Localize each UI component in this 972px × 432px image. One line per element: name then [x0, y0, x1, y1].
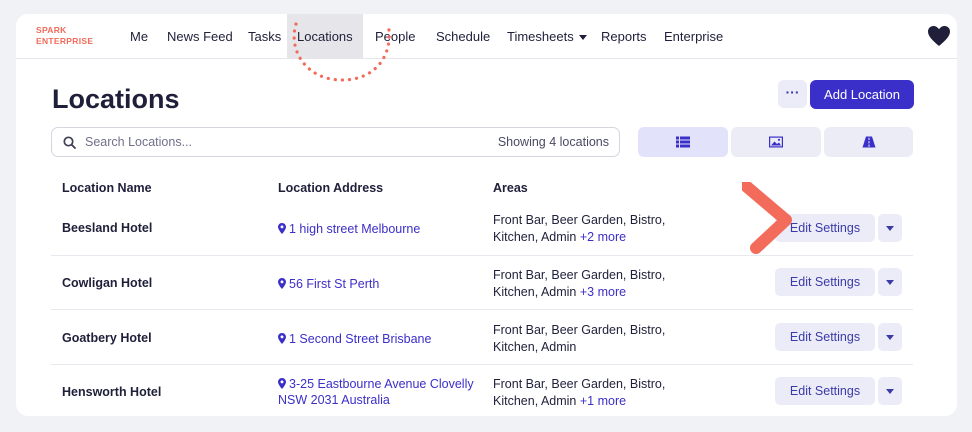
top-nav: SPARK ENTERPRISE Me News Feed Tasks Loca… — [16, 14, 957, 59]
table-row: Hensworth Hotel 3-25 Eastbourne Avenue C… — [51, 365, 913, 416]
map-pin-icon — [278, 223, 286, 234]
location-areas: Front Bar, Beer Garden, Bistro, Kitchen,… — [493, 322, 683, 356]
location-address-text: 3-25 Eastbourne Avenue Clovelly NSW 2031… — [278, 377, 474, 407]
nav-item-reports[interactable]: Reports — [601, 14, 647, 59]
map-pin-icon — [278, 333, 286, 344]
edit-settings-button[interactable]: Edit Settings — [775, 214, 875, 242]
location-address-text: 56 First St Perth — [289, 277, 380, 291]
location-name[interactable]: Goatbery Hotel — [62, 331, 152, 345]
column-header-areas[interactable]: Areas — [493, 181, 528, 195]
edit-settings-button[interactable]: Edit Settings — [775, 268, 875, 296]
nav-item-tasks[interactable]: Tasks — [248, 14, 281, 59]
column-header-address[interactable]: Location Address — [278, 181, 383, 195]
brand-line-1: SPARK — [36, 25, 67, 35]
edit-settings-dropdown[interactable] — [878, 214, 902, 242]
location-address-text: 1 Second Street Brisbane — [289, 332, 432, 346]
edit-settings-button[interactable]: Edit Settings — [775, 377, 875, 405]
list-icon — [676, 136, 690, 148]
edit-settings-dropdown[interactable] — [878, 377, 902, 405]
areas-more-link[interactable]: +1 more — [580, 394, 626, 408]
nav-item-enterprise[interactable]: Enterprise — [664, 14, 723, 59]
nav-item-timesheets-label: Timesheets — [507, 29, 574, 44]
areas-more-link[interactable]: +3 more — [580, 285, 626, 299]
search-input[interactable] — [85, 133, 465, 151]
location-address-link[interactable]: 1 high street Melbourne — [278, 221, 478, 237]
map-road-icon — [862, 136, 875, 148]
more-options-button[interactable]: ··· — [778, 80, 807, 108]
brand-line-2: ENTERPRISE — [36, 36, 94, 46]
location-areas: Front Bar, Beer Garden, Bistro, Kitchen,… — [493, 267, 683, 301]
table-row: Goatbery Hotel 1 Second Street Brisbane … — [51, 310, 913, 364]
location-address-link[interactable]: 1 Second Street Brisbane — [278, 331, 478, 347]
page-title: Locations — [52, 84, 180, 114]
map-pin-icon — [278, 278, 286, 289]
nav-item-me[interactable]: Me — [130, 14, 148, 59]
chevron-down-icon — [886, 226, 894, 231]
nav-item-schedule[interactable]: Schedule — [436, 14, 490, 59]
nav-item-locations[interactable]: Locations — [287, 14, 363, 59]
areas-list: Front Bar, Beer Garden, Bistro, Kitchen,… — [493, 323, 666, 354]
heart-icon[interactable] — [927, 25, 951, 47]
location-address-link[interactable]: 3-25 Eastbourne Avenue Clovelly NSW 2031… — [278, 376, 478, 408]
image-icon — [769, 136, 783, 148]
chevron-down-icon — [886, 335, 894, 340]
edit-settings-button[interactable]: Edit Settings — [775, 323, 875, 351]
list-view-button[interactable] — [638, 127, 728, 157]
location-name[interactable]: Beesland Hotel — [62, 221, 152, 235]
results-count: Showing 4 locations — [497, 135, 609, 149]
column-header-name[interactable]: Location Name — [62, 181, 152, 195]
location-name[interactable]: Hensworth Hotel — [62, 385, 161, 399]
chevron-down-icon — [886, 389, 894, 394]
table-row: Cowligan Hotel 56 First St Perth Front B… — [51, 256, 913, 310]
nav-item-people[interactable]: People — [375, 14, 415, 59]
nav-item-news-feed[interactable]: News Feed — [167, 14, 233, 59]
location-address-link[interactable]: 56 First St Perth — [278, 276, 478, 292]
image-view-button[interactable] — [731, 127, 821, 157]
app-window: SPARK ENTERPRISE Me News Feed Tasks Loca… — [16, 14, 957, 416]
location-areas: Front Bar, Beer Garden, Bistro, Kitchen,… — [493, 212, 683, 246]
table-row: Beesland Hotel 1 high street Melbourne F… — [51, 201, 913, 255]
edit-settings-dropdown[interactable] — [878, 268, 902, 296]
map-pin-icon — [278, 378, 286, 389]
location-address-text: 1 high street Melbourne — [289, 222, 421, 236]
edit-settings-dropdown[interactable] — [878, 323, 902, 351]
search-icon — [63, 136, 76, 149]
nav-item-timesheets[interactable]: Timesheets — [507, 14, 587, 59]
search-bar: Showing 4 locations — [51, 127, 620, 157]
chevron-down-icon — [578, 35, 587, 41]
brand-logo[interactable]: SPARK ENTERPRISE — [36, 25, 116, 47]
location-name[interactable]: Cowligan Hotel — [62, 276, 152, 290]
add-location-button[interactable]: Add Location — [810, 80, 914, 109]
areas-more-link[interactable]: +2 more — [580, 230, 626, 244]
chevron-down-icon — [886, 280, 894, 285]
location-areas: Front Bar, Beer Garden, Bistro, Kitchen,… — [493, 376, 683, 410]
map-view-button[interactable] — [824, 127, 913, 157]
